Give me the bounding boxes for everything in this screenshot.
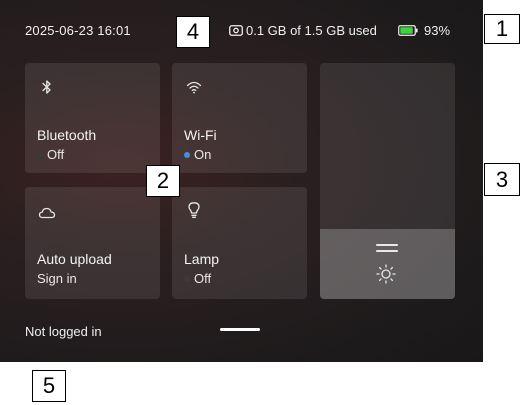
annotation-marker-1: 1	[484, 14, 520, 44]
status-datetime: 2025-06-23 16:01	[25, 23, 131, 38]
storage-text: 0.1 GB of 1.5 GB used	[246, 23, 377, 38]
status-dot	[184, 275, 190, 282]
status-dot	[37, 151, 43, 158]
brightness-handle-line	[376, 250, 398, 252]
battery-indicator: 93%	[398, 23, 450, 38]
annotation-marker-4: 4	[176, 16, 210, 48]
control-panel: 2025-06-23 16:01 0.1 GB of 1.5 GB used 9…	[0, 0, 483, 362]
brightness-handle[interactable]	[376, 244, 398, 246]
wifi-state-text: On	[194, 147, 212, 162]
wifi-state: On	[184, 147, 211, 162]
auto-upload-state: Sign in	[37, 271, 77, 286]
annotation-marker-5: 5	[32, 370, 66, 402]
bluetooth-state-text: Off	[47, 147, 65, 162]
bluetooth-tile[interactable]: Bluetooth Off	[25, 63, 160, 173]
lamp-state-text: Off	[194, 271, 212, 286]
annotation-marker-2: 2	[146, 165, 180, 197]
bluetooth-icon	[42, 80, 51, 94]
wifi-label: Wi-Fi	[184, 127, 217, 143]
wifi-icon	[186, 81, 202, 94]
auto-upload-label: Auto upload	[37, 251, 112, 267]
lamp-label: Lamp	[184, 251, 220, 267]
annotation-marker-3: 3	[484, 163, 520, 196]
sun-icon	[376, 264, 396, 284]
battery-text: 93%	[424, 23, 451, 38]
wifi-tile[interactable]: Wi-Fi On	[172, 63, 307, 173]
login-status[interactable]: Not logged in	[25, 324, 102, 339]
bluetooth-state: Off	[37, 147, 64, 162]
home-indicator[interactable]	[220, 328, 260, 331]
lamp-state: Off	[184, 271, 211, 286]
auto-upload-state-text: Sign in	[37, 271, 77, 286]
lamp-tile[interactable]: Lamp Off	[172, 187, 307, 299]
battery-icon	[398, 25, 418, 36]
lightbulb-icon	[188, 202, 200, 218]
cloud-icon	[38, 207, 56, 219]
brightness-slider[interactable]	[320, 63, 455, 299]
status-bar: 2025-06-23 16:01 0.1 GB of 1.5 GB used 9…	[0, 0, 483, 54]
auto-upload-tile[interactable]: Auto upload Sign in	[25, 187, 160, 299]
bluetooth-label: Bluetooth	[37, 127, 97, 143]
status-dot	[184, 151, 190, 158]
storage-indicator: 0.1 GB of 1.5 GB used	[229, 23, 377, 38]
storage-icon	[229, 25, 243, 36]
